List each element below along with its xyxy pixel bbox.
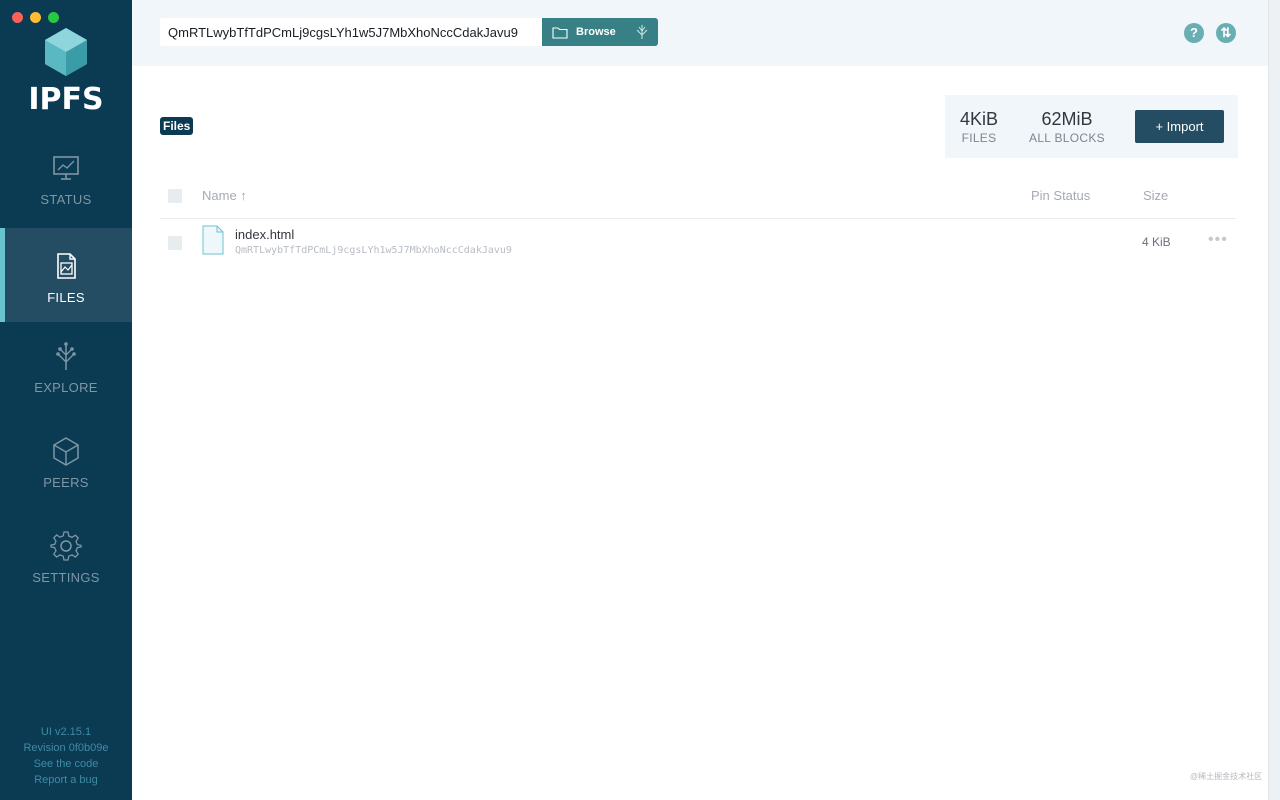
- files-stats-panel: 4KiB FILES 62MiB ALL BLOCKS + Import: [945, 95, 1238, 158]
- cid-search-input[interactable]: [160, 18, 542, 46]
- browse-button[interactable]: Browse: [542, 18, 658, 46]
- browse-label: Browse: [576, 26, 616, 38]
- version-link[interactable]: UI v2.15.1: [0, 724, 132, 740]
- all-blocks-value: 62MiB: [1041, 109, 1093, 129]
- sidebar-item-label: PEERS: [43, 475, 89, 490]
- sidebar-item-settings[interactable]: SETTINGS: [0, 530, 132, 624]
- folder-icon: [552, 26, 568, 39]
- status-monitor-icon: [53, 156, 79, 180]
- row-checkbox[interactable]: [168, 236, 182, 250]
- revision-link[interactable]: Revision 0f0b09e: [0, 740, 132, 756]
- sidebar-footer: UI v2.15.1 Revision 0f0b09e See the code…: [0, 724, 132, 788]
- report-bug-link[interactable]: Report a bug: [0, 772, 132, 788]
- sync-arrows-icon[interactable]: ⇅: [1216, 23, 1236, 43]
- all-blocks-stat: 62MiB ALL BLOCKS: [1025, 109, 1109, 145]
- sidebar-item-label: FILES: [47, 290, 85, 305]
- column-header-name[interactable]: Name ↑: [202, 188, 247, 203]
- file-size: 4 KiB: [1142, 235, 1171, 249]
- import-button[interactable]: + Import: [1135, 110, 1224, 143]
- sidebar: IPFS STATUS FILES EXPLORE PEERS SETTINGS…: [0, 0, 132, 800]
- see-code-link[interactable]: See the code: [0, 756, 132, 772]
- file-cid: QmRTLwybTfTdPCmLj9cgsLYh1w5J7MbXhoNccCda…: [235, 245, 512, 256]
- column-header-pin-status: Pin Status: [1031, 188, 1091, 203]
- sidebar-item-label: EXPLORE: [34, 380, 98, 395]
- close-window-button[interactable]: [12, 12, 23, 23]
- zoom-window-button[interactable]: [48, 12, 59, 23]
- select-all-checkbox[interactable]: [168, 189, 182, 203]
- sidebar-item-label: SETTINGS: [32, 570, 100, 585]
- sidebar-item-files[interactable]: FILES: [0, 228, 132, 322]
- breadcrumb-files[interactable]: Files: [160, 117, 194, 135]
- app-window: IPFS STATUS FILES EXPLORE PEERS SETTINGS…: [0, 0, 1268, 800]
- files-icon: [57, 253, 76, 279]
- gear-icon: [50, 531, 82, 561]
- minimize-window-button[interactable]: [30, 12, 41, 23]
- file-icon: [202, 225, 224, 255]
- column-header-size[interactable]: Size: [1143, 188, 1168, 203]
- files-size-value: 4KiB: [959, 109, 999, 129]
- watermark: @稀土掘金技术社区: [1190, 772, 1263, 781]
- files-table-header: Name ↑ Pin Status Size: [160, 178, 1236, 219]
- all-blocks-label: ALL BLOCKS: [1029, 131, 1105, 145]
- files-page: Files 4KiB FILES 62MiB ALL BLOCKS + Impo…: [132, 66, 1268, 800]
- active-indicator: [0, 228, 5, 322]
- ipfs-logo[interactable]: IPFS: [0, 26, 132, 117]
- files-size-label: FILES: [961, 131, 997, 145]
- peers-cube-icon: [53, 437, 79, 466]
- file-name[interactable]: index.html: [235, 227, 294, 242]
- ipfs-cube-logo-icon: [45, 28, 87, 76]
- sidebar-item-peers[interactable]: PEERS: [0, 435, 132, 529]
- explore-tree-icon: [56, 342, 76, 370]
- files-size-stat: 4KiB FILES: [959, 109, 999, 145]
- table-row[interactable]: index.html QmRTLwybTfTdPCmLj9cgsLYh1w5J7…: [160, 219, 1236, 269]
- logo-text: IPFS: [28, 82, 104, 117]
- sidebar-item-explore[interactable]: EXPLORE: [0, 340, 132, 434]
- help-icon[interactable]: ?: [1184, 23, 1204, 43]
- explore-tree-icon[interactable]: [634, 24, 650, 40]
- top-bar: Browse ? ⇅: [132, 0, 1268, 66]
- window-edge: [1268, 0, 1280, 800]
- more-options-icon[interactable]: •••: [1208, 231, 1228, 249]
- sidebar-item-label: STATUS: [40, 192, 92, 207]
